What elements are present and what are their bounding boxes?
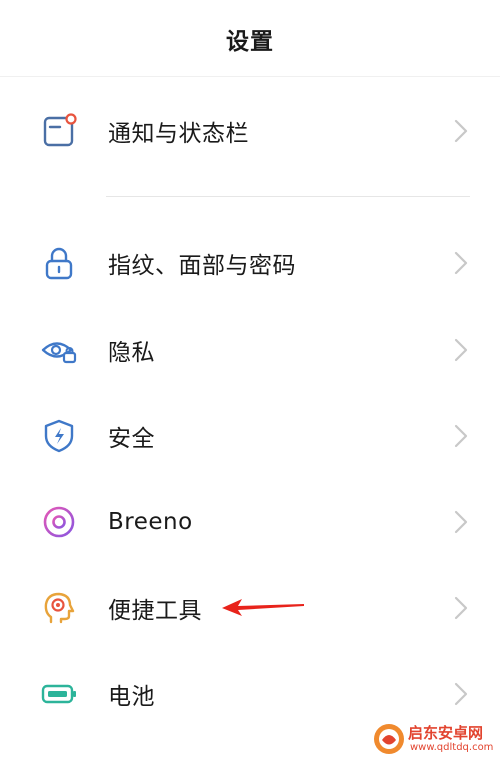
battery-icon — [40, 675, 78, 713]
chevron-right-icon — [452, 250, 470, 276]
chevron-right-icon — [452, 118, 470, 144]
settings-item-label: 指纹、面部与密码 — [108, 253, 296, 279]
watermark-name: 启东安卓网 — [408, 724, 484, 742]
eye-lock-icon — [40, 331, 78, 369]
chevron-right-icon — [452, 423, 470, 449]
settings-item-notifications[interactable]: 通知与状态栏 — [0, 96, 500, 166]
watermark-url: www.qdltdq.com — [410, 742, 494, 753]
watermark: 启东安卓网 www.qdltdq.com — [372, 720, 498, 760]
settings-item-battery[interactable]: 电池 — [0, 659, 500, 729]
lock-icon — [40, 244, 78, 282]
section-divider — [106, 196, 470, 197]
settings-item-breeno[interactable]: Breeno — [0, 487, 500, 557]
chevron-right-icon — [452, 595, 470, 621]
settings-item-label: 便捷工具 — [108, 598, 202, 624]
head-target-icon — [40, 589, 78, 627]
chevron-right-icon — [452, 337, 470, 363]
chevron-right-icon — [452, 509, 470, 535]
watermark-logo-icon — [372, 722, 406, 756]
breeno-ring-icon — [40, 503, 78, 541]
settings-item-label: Breeno — [108, 509, 193, 535]
header-bar: 设置 — [0, 0, 500, 77]
annotation-arrow-icon — [220, 596, 306, 616]
settings-item-security[interactable]: 安全 — [0, 401, 500, 471]
settings-item-privacy[interactable]: 隐私 — [0, 315, 500, 385]
settings-item-label: 安全 — [108, 426, 155, 452]
chevron-right-icon — [452, 681, 470, 707]
notification-statusbar-icon — [40, 112, 78, 150]
settings-item-label: 隐私 — [108, 340, 155, 366]
settings-item-label: 通知与状态栏 — [108, 121, 249, 147]
page-title: 设置 — [226, 29, 274, 55]
settings-item-fingerprint-face-password[interactable]: 指纹、面部与密码 — [0, 228, 500, 298]
settings-item-label: 电池 — [108, 684, 155, 710]
shield-lightning-icon — [40, 417, 78, 455]
